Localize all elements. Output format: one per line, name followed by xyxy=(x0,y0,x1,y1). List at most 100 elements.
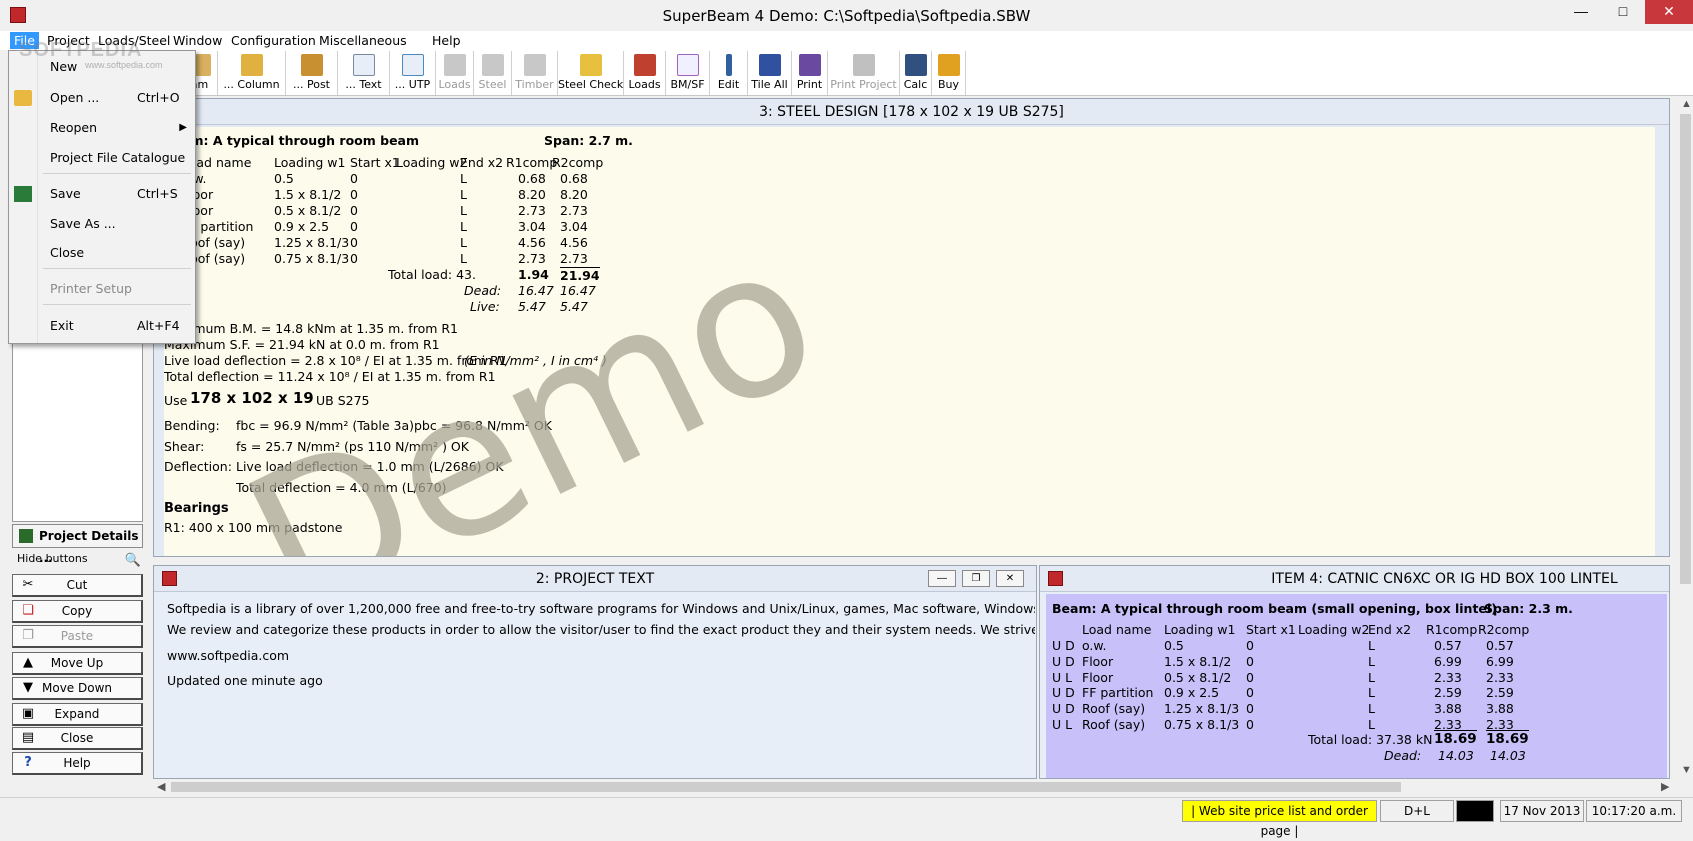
lintel-span: Span: 2.3 m. xyxy=(1484,601,1573,616)
steel-load-cell: 1.25 x 8.1/3 xyxy=(274,235,350,250)
menu-item-exit[interactable]: Exit Alt+F4 xyxy=(9,315,195,337)
lintel-title: ITEM 4: CATNIC CN6XC OR IG HD BOX 100 LI… xyxy=(1271,571,1618,587)
lintel-load-cell: 0.9 x 2.5 xyxy=(1164,685,1220,701)
vertical-scrollbar[interactable]: ▲ ▼ xyxy=(1678,96,1693,779)
toolbar-post-button[interactable]: ... Post xyxy=(286,51,338,95)
pane-close-button[interactable]: ✕ xyxy=(996,570,1024,587)
lintel-pane-icon[interactable] xyxy=(1048,571,1063,586)
toolbar-bmsf-button[interactable]: BM/SF xyxy=(666,51,710,95)
toolbar-steel-check-button[interactable]: Steel Check xyxy=(558,51,624,95)
toolbar-buy-button[interactable]: Buy xyxy=(932,51,966,95)
text-updated: Updated one minute ago xyxy=(167,673,323,688)
menu-help[interactable]: Help xyxy=(428,32,465,49)
col-header-start-x1: Start x1 xyxy=(350,155,400,170)
cut-button[interactable]: ✂ Cut xyxy=(12,574,143,597)
menu-miscellaneous[interactable]: Miscellaneous xyxy=(315,32,411,49)
scroll-down-icon[interactable]: ▼ xyxy=(1681,764,1692,776)
steel-load-cell: 0 xyxy=(350,219,358,234)
calc-icon xyxy=(904,54,927,76)
col-header-loading-w2: Loading w2 xyxy=(396,155,468,170)
hide-buttons-toggle[interactable]: Hide buttons 🔍 xyxy=(12,550,143,568)
lintel-load-cell: L xyxy=(1368,701,1375,717)
toolbar-timber-button[interactable]: Timber xyxy=(512,51,558,95)
toolbar: am ... Column ... Post ... Text ... UTP … xyxy=(140,50,1693,96)
utp-icon xyxy=(401,54,424,76)
toolbar-calc-button[interactable]: Calc xyxy=(900,51,932,95)
bearings-heading: Bearings xyxy=(164,501,229,516)
vertical-scroll-thumb[interactable] xyxy=(1680,114,1691,584)
lintel-beam-description: Beam: A typical through room beam (small… xyxy=(1052,601,1497,616)
steel-load-cell: 2.73 xyxy=(518,251,546,266)
lintel-load-cell: L xyxy=(1368,653,1375,669)
close-item-button[interactable]: ▤ Close xyxy=(12,727,143,750)
toolbar-loads-button[interactable]: Loads xyxy=(436,51,474,95)
lintel-load-cell: 0 xyxy=(1246,669,1254,685)
live-r1: 5.47 xyxy=(518,299,546,314)
toolbar-loads-diagram-button[interactable]: Loads xyxy=(624,51,666,95)
menu-item-save-as[interactable]: Save As ... xyxy=(9,213,195,235)
toolbar-print-button[interactable]: Print xyxy=(792,51,828,95)
paste-icon: ❐ xyxy=(22,628,34,643)
menu-window[interactable]: Window xyxy=(169,32,226,49)
copy-button[interactable]: ❏ Copy xyxy=(12,600,143,623)
load-mode: D+L xyxy=(1380,800,1454,822)
lintel-load-cell: 2.59 xyxy=(1486,685,1514,701)
menu-item-new[interactable]: New xyxy=(9,56,195,78)
menu-item-project-file-catalogue[interactable]: Project File Catalogue xyxy=(9,147,195,169)
toolbar-text-button[interactable]: ... Text xyxy=(338,51,390,95)
toolbar-utp-button[interactable]: ... UTP xyxy=(390,51,436,95)
toolbar-print-project-button[interactable]: Print Project xyxy=(828,51,900,95)
lintel-load-cell: 0 xyxy=(1246,701,1254,717)
minimize-button[interactable]: — xyxy=(1560,0,1602,24)
pane-minimize-button[interactable]: — xyxy=(928,570,956,587)
menu-item-printer-setup[interactable]: Printer Setup xyxy=(9,278,195,300)
move-up-button[interactable]: ▲ Move Up xyxy=(12,652,143,675)
scroll-right-icon[interactable]: ▶ xyxy=(1661,780,1669,793)
toolbar-steel-button[interactable]: Steel xyxy=(474,51,512,95)
magnifier-icon[interactable]: 🔍 xyxy=(125,552,141,570)
post-icon xyxy=(300,54,323,76)
timber-icon xyxy=(523,54,546,76)
close-doc-icon: ▤ xyxy=(21,730,35,745)
lintel-load-cell: 0.5 x 8.1/2 xyxy=(1164,669,1232,685)
lintel-load-cell: 1.25 x 8.1/3 xyxy=(1164,701,1240,717)
menu-item-reopen[interactable]: Reopen ▶ xyxy=(9,117,195,139)
text-icon xyxy=(352,54,375,76)
maximize-button[interactable]: □ xyxy=(1602,0,1644,24)
toolbar-tile-all-button[interactable]: Tile All xyxy=(748,51,792,95)
lintel-load-cell: L xyxy=(1368,717,1375,732)
bending-label: Bending: xyxy=(164,418,220,433)
menu-item-save[interactable]: Save Ctrl+S xyxy=(9,183,195,205)
menu-separator xyxy=(43,304,191,305)
lintel-col-start-x1: Start x1 xyxy=(1246,622,1296,637)
help-button[interactable]: ? Help xyxy=(12,752,143,775)
lintel-load-cell: 1.5 x 8.1/2 xyxy=(1164,653,1232,669)
shear-value: fs = 25.7 N/mm² (ps 110 N/mm² ) OK xyxy=(236,439,469,454)
scroll-up-icon[interactable]: ▲ xyxy=(1681,98,1692,110)
steel-load-cell: L xyxy=(460,187,467,202)
horizontal-scrollbar[interactable]: ◀ ▶ xyxy=(153,779,1678,794)
expand-button[interactable]: ▣ Expand xyxy=(12,703,143,726)
lintel-load-cell: 2.59 xyxy=(1434,685,1462,701)
bmsf-icon xyxy=(676,54,699,76)
steel-load-cell: 0 xyxy=(350,203,358,218)
toolbar-column-button[interactable]: ... Column xyxy=(218,51,286,95)
close-button[interactable]: ✕ xyxy=(1645,0,1693,24)
project-text-content[interactable]: Softpedia is a library of over 1,200,000… xyxy=(155,593,1035,778)
menu-item-open[interactable]: Open ... Ctrl+O xyxy=(9,87,195,109)
lintel-load-cell: L xyxy=(1368,669,1375,685)
beam-span: Span: 2.7 m. xyxy=(544,133,633,148)
steel-design-header: 3: STEEL DESIGN [178 x 102 x 19 UB S275] xyxy=(154,99,1669,125)
menu-configuration[interactable]: Configuration xyxy=(227,32,320,49)
price-list-link[interactable]: | Web site price list and order page | xyxy=(1182,800,1377,838)
move-down-icon: ▼ xyxy=(23,680,33,695)
toolbar-edit-button[interactable]: Edit xyxy=(710,51,748,95)
menu-item-close[interactable]: Close xyxy=(9,242,195,264)
horizontal-scroll-thumb[interactable] xyxy=(171,782,1401,792)
loads-icon xyxy=(443,54,466,76)
scroll-left-icon[interactable]: ◀ xyxy=(157,780,165,793)
paste-button[interactable]: ❐ Paste xyxy=(12,625,143,648)
project-details-button[interactable]: Project Details ... xyxy=(12,524,143,565)
pane-restore-button[interactable]: ❐ xyxy=(962,570,990,587)
move-down-button[interactable]: ▼ Move Down xyxy=(12,677,143,700)
